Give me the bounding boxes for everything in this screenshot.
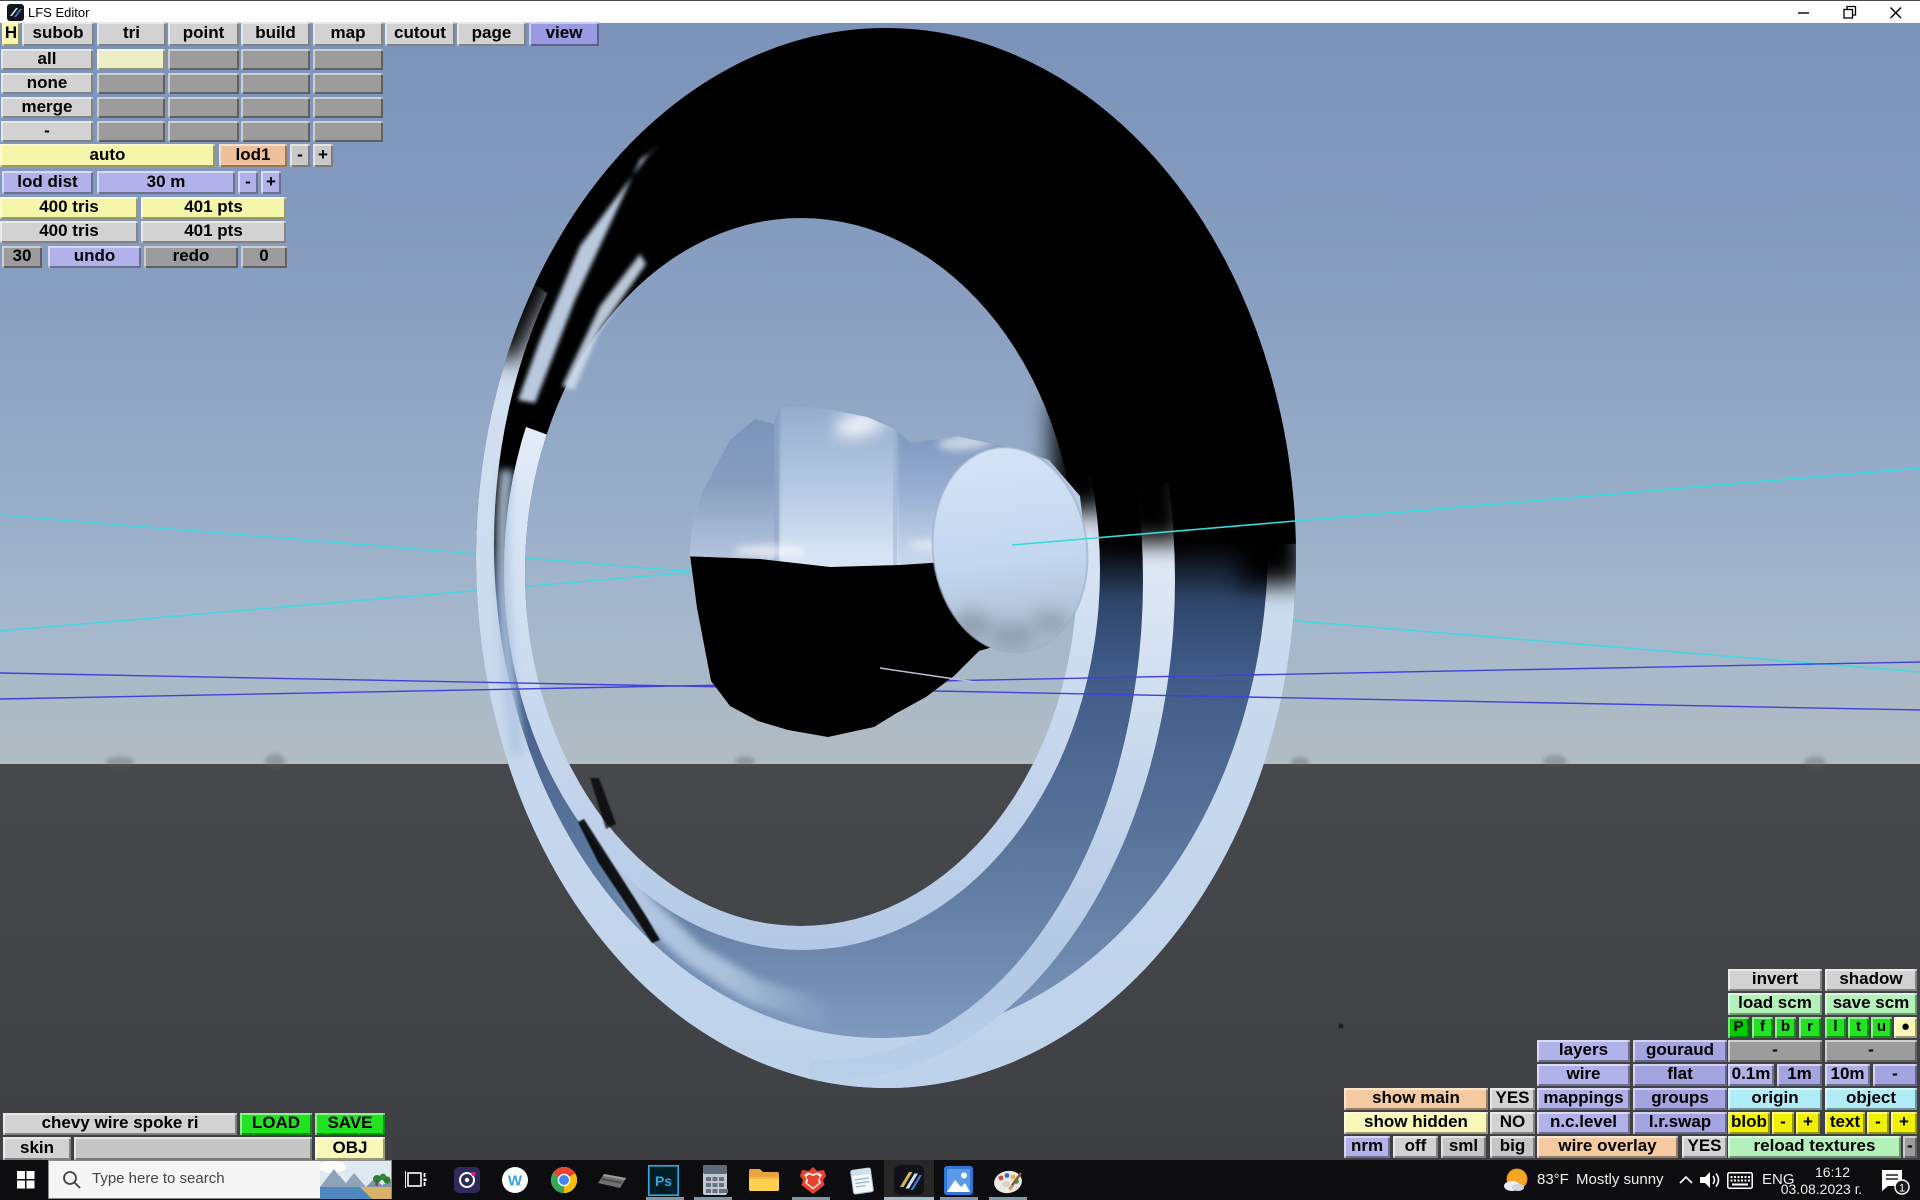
svg-text:Ps: Ps <box>655 1173 672 1189</box>
svg-text:W: W <box>508 1173 523 1190</box>
svg-text:1: 1 <box>1899 1183 1905 1195</box>
